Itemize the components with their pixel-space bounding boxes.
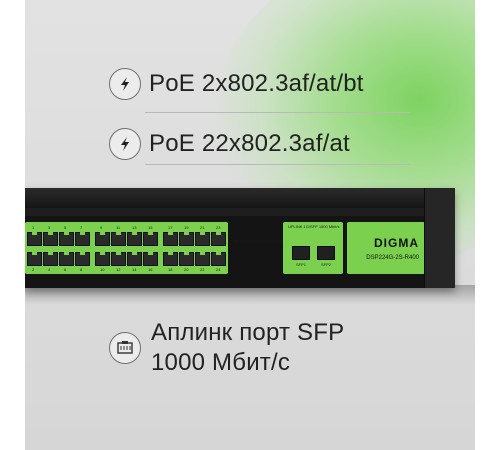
feature-line: 1000 Мбит/с (151, 349, 291, 376)
brand-logo: DIGMA (374, 236, 419, 250)
rack-ear (424, 188, 455, 288)
rj45-port (59, 252, 74, 266)
divider (145, 164, 410, 165)
rj45-port (127, 252, 142, 266)
port-number: 22 (200, 267, 205, 272)
port-number: 10 (100, 267, 105, 272)
rj45-port (75, 252, 90, 266)
port-number: 9 (100, 225, 103, 230)
rj45-port (127, 232, 142, 246)
feature-poe-bt: PoE 2x802.3af/at/bt (109, 68, 364, 100)
port-number: 6 (64, 267, 67, 272)
rj45-port (195, 232, 210, 246)
product-image: PoE 2x802.3af/at/bt PoE 22x802.3af/at 12… (0, 0, 500, 450)
feature-text: PoE 22x802.3af/at (149, 130, 350, 157)
ethernet-port-icon (109, 332, 141, 364)
port-number: 15 (148, 225, 153, 230)
brand-block: DIGMA DSP224G-2S-R400 (347, 222, 425, 274)
rj45-port (111, 252, 126, 266)
rj45-port (179, 232, 194, 246)
port-number: 16 (148, 267, 153, 272)
divider (145, 112, 410, 113)
port-block: 1 2 3 4 5 6 7 8 9 10 11 12 13 14 15 16 17 18 19 20 21 22 23 24 (25, 222, 228, 274)
sfp-port (317, 246, 335, 260)
poe-switch: 1 2 3 4 5 6 7 8 9 10 11 12 13 14 15 16 17 18 19 20 21 22 23 24 … (25, 188, 455, 288)
feature-poe-at: PoE 22x802.3af/at (109, 128, 350, 160)
rj45-port (163, 232, 178, 246)
sfp-label: SFP1 (296, 262, 307, 267)
port-number: 18 (168, 267, 173, 272)
rj45-port (211, 252, 226, 266)
port-number: 19 (184, 225, 189, 230)
sfp-port (292, 246, 310, 260)
port-number: 14 (132, 267, 137, 272)
rj45-port (95, 232, 110, 246)
port-number: 20 (184, 267, 189, 272)
port-number: 1 (32, 225, 35, 230)
rj45-port (143, 252, 158, 266)
switch-front-panel: 1 2 3 4 5 6 7 8 9 10 11 12 13 14 15 16 17 18 19 20 21 22 23 24 … (25, 216, 455, 288)
sfp-label: SFP2 (321, 262, 332, 267)
port-number: 7 (80, 225, 83, 230)
rj45-port (27, 232, 42, 246)
product-panel: PoE 2x802.3af/at/bt PoE 22x802.3af/at 12… (25, 0, 475, 450)
port-number: 5 (64, 225, 67, 230)
rj45-port (43, 252, 58, 266)
sfp-block: UPLINK 1G/SFP 1000 Mbit/s SFP1 SFP2 (283, 222, 343, 274)
rj45-port (163, 252, 178, 266)
feature-text: Аплинк порт SFP 1000 Мбит/с (151, 318, 344, 378)
feature-text: PoE 2x802.3af/at/bt (149, 70, 364, 97)
model-number: DSP224G-2S-R400 (366, 255, 419, 261)
sfp-caption: UPLINK 1G/SFP 1000 Mbit/s (288, 224, 340, 229)
rj45-port (75, 232, 90, 246)
rj45-port (59, 232, 74, 246)
rj45-port (195, 252, 210, 266)
port-number: 13 (132, 225, 137, 230)
rj45-port (179, 252, 194, 266)
rj45-port (43, 232, 58, 246)
port-number: 12 (116, 267, 121, 272)
rj45-port (143, 232, 158, 246)
port-number: 17 (168, 225, 173, 230)
port-number: 21 (200, 225, 205, 230)
rj45-port (95, 252, 110, 266)
port-number: 4 (48, 267, 51, 272)
port-number: 24 (216, 267, 221, 272)
lightning-icon (109, 128, 141, 160)
port-number: 3 (48, 225, 51, 230)
feature-line: Аплинк порт SFP (151, 319, 345, 346)
feature-sfp-uplink: Аплинк порт SFP 1000 Мбит/с (109, 318, 344, 378)
rj45-port (211, 232, 226, 246)
port-number: 8 (80, 267, 83, 272)
rj45-port (27, 252, 42, 266)
rj45-port (111, 232, 126, 246)
port-number: 2 (32, 267, 35, 272)
switch-top-panel (25, 188, 455, 208)
port-number: 23 (216, 225, 221, 230)
port-number: 11 (116, 225, 121, 230)
device-shadow (25, 285, 475, 305)
lightning-icon (109, 68, 141, 100)
